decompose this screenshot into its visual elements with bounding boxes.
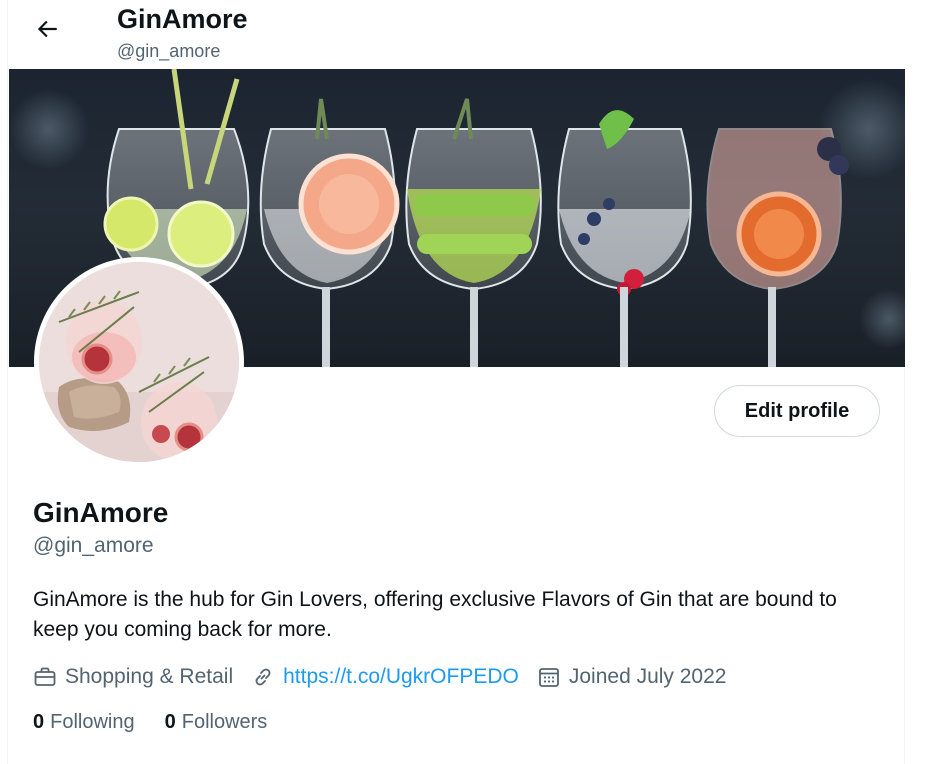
following-count: 0 [33,711,45,733]
profile-header-bar: GinAmore @gin_amore [8,0,906,69]
following-link[interactable]: 0 Following [33,711,135,734]
profile-bio: GinAmore is the hub for Gin Lovers, offe… [33,588,837,641]
profile-link[interactable]: https://t.co/UgkrOFPEDO [251,665,519,689]
profile-avatar[interactable] [34,257,244,467]
profile-name: GinAmore [33,497,169,528]
followers-count: 0 [164,711,176,733]
profile-column: GinAmore @gin_amore Edit profile GinAmor… [7,0,906,764]
edit-profile-button[interactable]: Edit profile [714,385,880,437]
avatar-image [39,262,239,462]
profile-handle: @gin_amore [33,534,154,557]
back-button[interactable] [30,12,64,46]
link-icon [255,668,271,686]
profile-category-label: Shopping & Retail [65,665,234,688]
profile-joined: Joined July 2022 [537,665,727,689]
followers-link[interactable]: 0 Followers [165,711,268,734]
following-label: Following [50,711,135,733]
profile-category: Shopping & Retail [33,665,233,689]
followers-label: Followers [181,711,268,733]
follow-stats: 0 Following 0 Followers [33,711,297,734]
briefcase-icon [34,667,56,686]
profile-link-text[interactable]: https://t.co/UgkrOFPEDO [283,665,519,689]
calendar-icon [538,668,559,687]
arrow-left-icon [37,20,57,38]
header-handle: @gin_amore [117,41,221,61]
profile-joined-label: Joined July 2022 [568,665,727,688]
profile-meta: Shopping & Retail https://t.co/UgkrOFPED… [33,661,744,693]
header-title: GinAmore [117,4,248,34]
